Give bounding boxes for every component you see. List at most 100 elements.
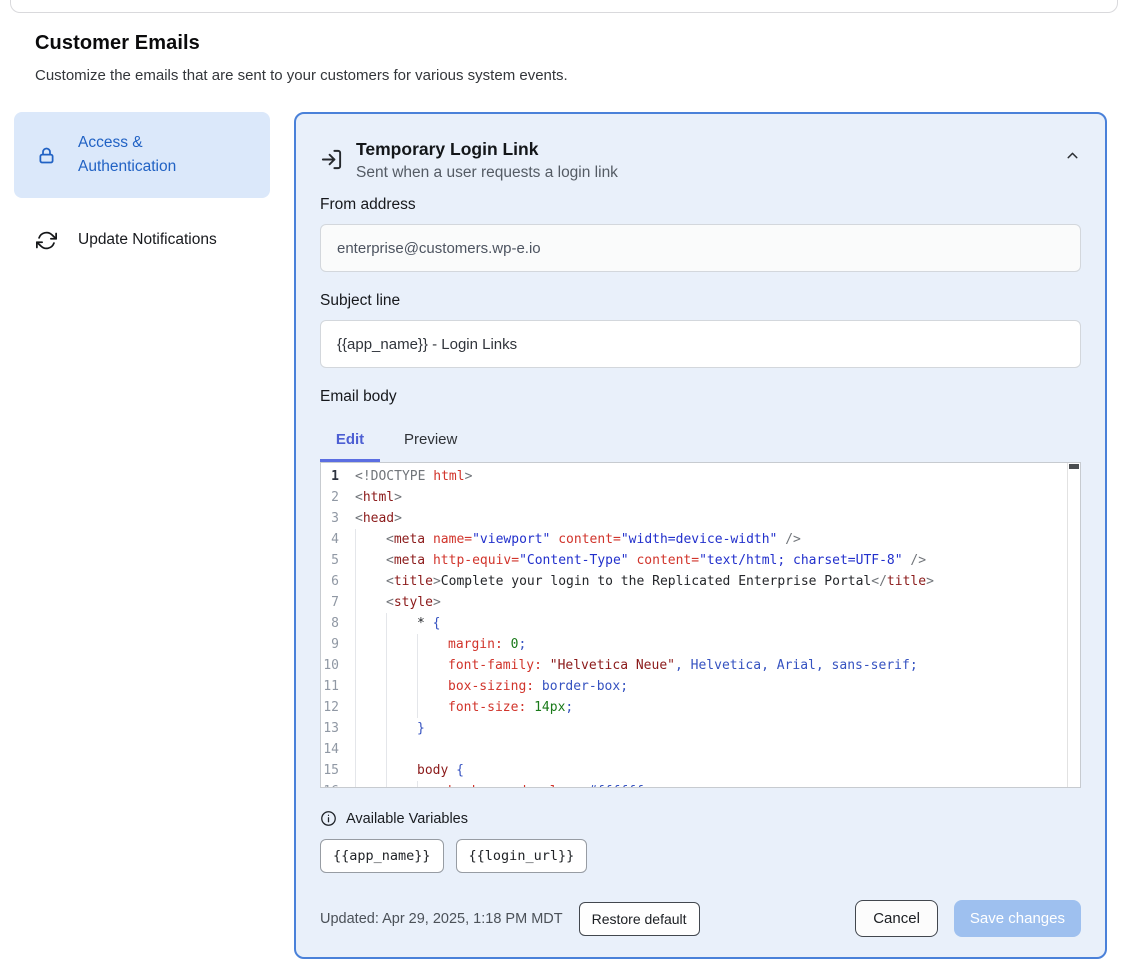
code-line: 16background-color: #ffffff; xyxy=(321,781,1080,788)
code-text: background-color: #ffffff; xyxy=(355,781,652,788)
restore-default-button[interactable]: Restore default xyxy=(579,902,700,936)
line-number: 8 xyxy=(321,613,355,634)
indent-guide xyxy=(355,571,386,592)
code-text: <title>Complete your login to the Replic… xyxy=(355,571,934,592)
panel-header: Temporary Login Link Sent when a user re… xyxy=(320,137,1081,182)
from-address-input[interactable] xyxy=(320,224,1081,272)
collapse-panel-button[interactable] xyxy=(1064,147,1081,167)
code-text: box-sizing: border-box; xyxy=(355,676,628,697)
indent-guide xyxy=(355,718,386,739)
indent-guide xyxy=(417,655,448,676)
code-line: 1<!DOCTYPE html> xyxy=(321,466,1080,487)
line-number: 1 xyxy=(321,466,355,487)
page-header: Customer Emails Customize the emails tha… xyxy=(35,32,1093,84)
line-number: 12 xyxy=(321,697,355,718)
info-icon xyxy=(320,810,337,827)
line-number: 6 xyxy=(321,571,355,592)
save-changes-button[interactable]: Save changes xyxy=(954,900,1081,937)
indent-guide xyxy=(417,697,448,718)
indent-guide xyxy=(386,697,417,718)
sidebar-item-update-notifications[interactable]: Update Notifications xyxy=(14,215,270,265)
editor-tabs: Edit Preview xyxy=(320,421,1081,462)
editor-vertical-scrollbar[interactable] xyxy=(1067,463,1080,787)
indent-guide xyxy=(417,676,448,697)
line-number: 3 xyxy=(321,508,355,529)
indent-guide xyxy=(355,760,386,781)
sidebar-item-access-authentication[interactable]: Access & Authentication xyxy=(14,112,270,198)
line-number: 10 xyxy=(321,655,355,676)
code-text: font-family: "Helvetica Neue", Helvetica… xyxy=(355,655,918,676)
previous-card-bottom-edge xyxy=(10,0,1118,13)
code-text xyxy=(355,739,417,760)
indent-guide xyxy=(386,634,417,655)
code-line: 10font-family: "Helvetica Neue", Helveti… xyxy=(321,655,1080,676)
indent-guide xyxy=(355,550,386,571)
panel-subtitle: Sent when a user requests a login link xyxy=(356,164,1051,182)
available-variables-row: Available Variables xyxy=(320,810,1081,827)
code-line: 8* { xyxy=(321,613,1080,634)
scrollbar-thumb[interactable] xyxy=(1069,464,1079,469)
from-address-label: From address xyxy=(320,196,1081,214)
panel-titles: Temporary Login Link Sent when a user re… xyxy=(356,137,1051,182)
code-text: <meta name="viewport" content="width=dev… xyxy=(355,529,801,550)
indent-guide xyxy=(355,676,386,697)
code-line: 11box-sizing: border-box; xyxy=(321,676,1080,697)
code-text: <head> xyxy=(355,508,402,529)
line-number: 9 xyxy=(321,634,355,655)
available-variables-label: Available Variables xyxy=(346,811,468,827)
code-text: margin: 0; xyxy=(355,634,526,655)
code-line: 13} xyxy=(321,718,1080,739)
indent-guide xyxy=(355,592,386,613)
indent-guide xyxy=(355,529,386,550)
email-body-label: Email body xyxy=(320,388,1081,406)
indent-guide xyxy=(386,760,417,781)
tab-edit[interactable]: Edit xyxy=(320,421,380,462)
line-number: 7 xyxy=(321,592,355,613)
code-line: 14 xyxy=(321,739,1080,760)
indent-guide xyxy=(386,718,417,739)
line-number: 4 xyxy=(321,529,355,550)
log-in-icon xyxy=(320,148,343,171)
refresh-icon xyxy=(36,230,57,251)
code-text: font-size: 14px; xyxy=(355,697,573,718)
temporary-login-link-panel: Temporary Login Link Sent when a user re… xyxy=(294,112,1107,959)
line-number: 5 xyxy=(321,550,355,571)
indent-guide xyxy=(386,613,417,634)
indent-guide xyxy=(386,676,417,697)
page-description: Customize the emails that are sent to yo… xyxy=(35,67,1093,84)
code-lines: 1<!DOCTYPE html>2<html>3<head>4<meta nam… xyxy=(321,463,1080,788)
cancel-button[interactable]: Cancel xyxy=(855,900,938,937)
code-line: 7<style> xyxy=(321,592,1080,613)
code-line: 5<meta http-equiv="Content-Type" content… xyxy=(321,550,1080,571)
code-text: * { xyxy=(355,613,440,634)
indent-guide xyxy=(355,739,386,760)
line-number: 11 xyxy=(321,676,355,697)
tab-preview[interactable]: Preview xyxy=(404,421,457,462)
code-line: 12font-size: 14px; xyxy=(321,697,1080,718)
variable-chip-login-url[interactable]: {{login_url}} xyxy=(456,839,588,873)
indent-guide xyxy=(355,655,386,676)
variable-chip-app-name[interactable]: {{app_name}} xyxy=(320,839,444,873)
code-line: 2<html> xyxy=(321,487,1080,508)
line-number: 15 xyxy=(321,760,355,781)
sidebar-item-label: Access & Authentication xyxy=(78,131,228,179)
updated-timestamp: Updated: Apr 29, 2025, 1:18 PM MDT xyxy=(320,911,563,927)
content-row: Access & Authentication Update Notificat… xyxy=(14,112,1107,959)
code-line: 9margin: 0; xyxy=(321,634,1080,655)
code-line: 4<meta name="viewport" content="width=de… xyxy=(321,529,1080,550)
email-body-code-editor[interactable]: 1<!DOCTYPE html>2<html>3<head>4<meta nam… xyxy=(320,462,1081,788)
code-line: 6<title>Complete your login to the Repli… xyxy=(321,571,1080,592)
code-text: <html> xyxy=(355,487,402,508)
lock-icon xyxy=(36,145,57,166)
indent-guide xyxy=(386,739,417,760)
line-number: 2 xyxy=(321,487,355,508)
subject-line-label: Subject line xyxy=(320,292,1081,310)
code-text: <!DOCTYPE html> xyxy=(355,466,472,487)
indent-guide xyxy=(355,613,386,634)
chevron-up-icon xyxy=(1064,147,1081,167)
panel-footer: Updated: Apr 29, 2025, 1:18 PM MDT Resto… xyxy=(320,900,1081,937)
subject-line-input[interactable] xyxy=(320,320,1081,368)
line-number: 13 xyxy=(321,718,355,739)
code-line: 3<head> xyxy=(321,508,1080,529)
indent-guide xyxy=(417,634,448,655)
